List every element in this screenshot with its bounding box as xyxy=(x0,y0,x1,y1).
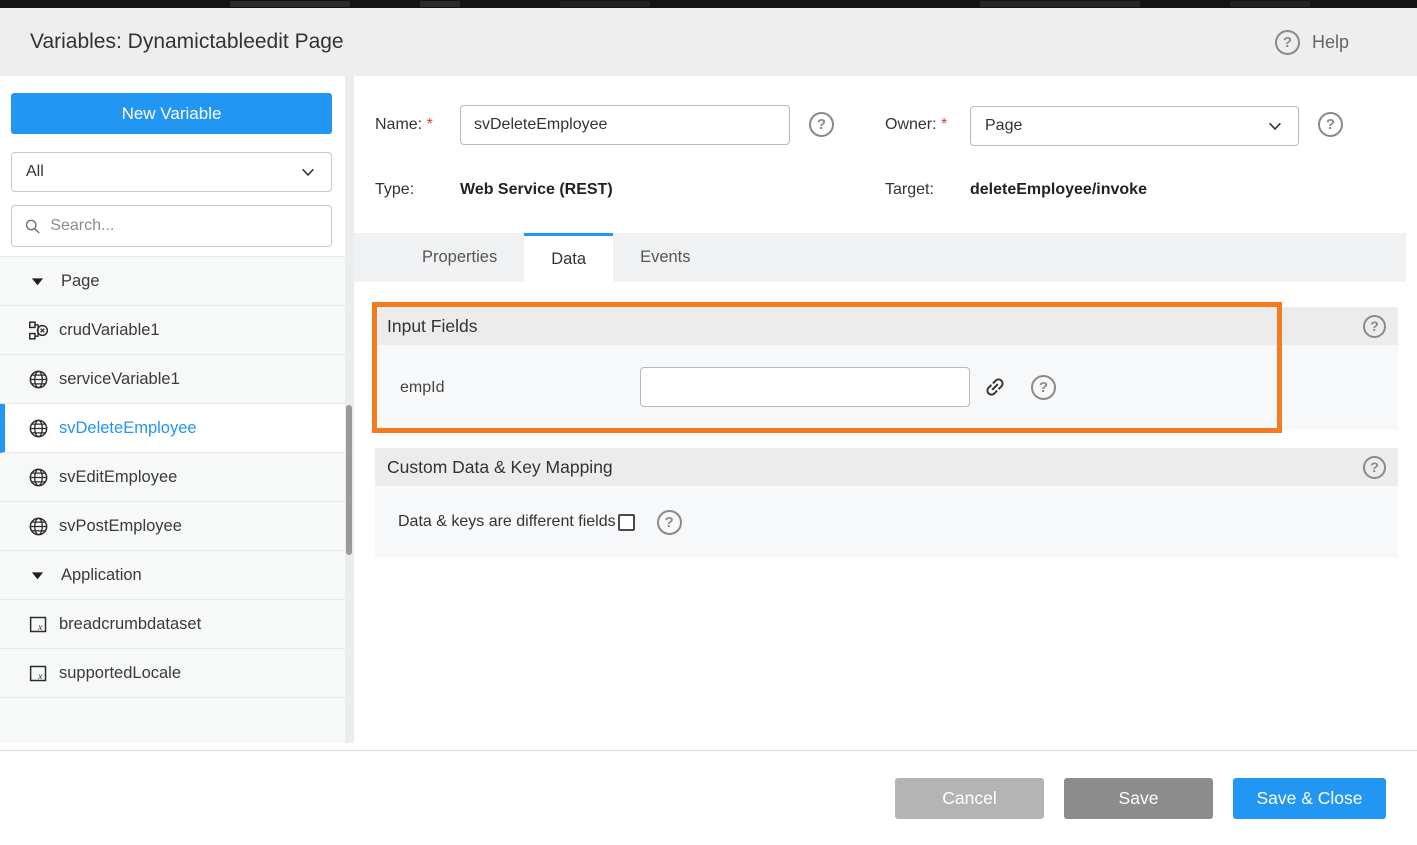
save-button[interactable]: Save xyxy=(1064,778,1213,819)
empid-help-icon[interactable] xyxy=(1031,375,1056,400)
input-fields-body: empId xyxy=(375,345,1398,430)
sidebar-item-crudvariable1[interactable]: crudVariable1 xyxy=(0,306,345,355)
owner-label: Owner: * xyxy=(885,116,947,134)
service-variable-globe-icon xyxy=(28,516,49,537)
input-fields-help-icon[interactable] xyxy=(1363,315,1386,338)
variable-filter-select[interactable]: All xyxy=(11,152,332,192)
background-text-smudge xyxy=(230,1,350,7)
sidebar-item-sveditemployee[interactable]: svEditEmployee xyxy=(0,453,345,502)
custom-mapping-help-icon[interactable] xyxy=(1363,456,1386,479)
dialog-titlebar: Variables: Dynamictableedit Page Help xyxy=(0,8,1417,76)
collapse-triangle-icon xyxy=(30,568,45,583)
background-text-smudge xyxy=(980,1,1140,7)
group-label: Page xyxy=(61,272,100,291)
save-and-close-button[interactable]: Save & Close xyxy=(1233,778,1386,819)
background-text-smudge xyxy=(560,1,650,7)
search-input[interactable] xyxy=(50,217,319,235)
chevron-down-icon xyxy=(1266,117,1284,135)
service-variable-globe-icon xyxy=(28,418,49,439)
group-label: Application xyxy=(61,566,142,585)
background-app-strip xyxy=(0,0,1417,8)
input-fields-section: Input Fields empId xyxy=(375,307,1398,430)
input-fields-header: Input Fields xyxy=(375,307,1398,345)
service-variable-globe-icon xyxy=(28,369,49,390)
svg-text:x: x xyxy=(37,621,43,632)
owner-help-icon[interactable] xyxy=(1318,112,1343,137)
required-asterisk: * xyxy=(427,116,433,133)
new-variable-button[interactable]: New Variable xyxy=(11,93,332,134)
sidebar-item-breadcrumbdataset[interactable]: x breadcrumbdataset xyxy=(0,600,345,649)
collapse-triangle-icon xyxy=(30,274,45,289)
help-label: Help xyxy=(1312,32,1349,53)
custom-mapping-section: Custom Data & Key Mapping Data & keys ar… xyxy=(375,448,1398,558)
target-value: deleteEmployee/invoke xyxy=(970,181,1147,199)
filter-selected-value: All xyxy=(26,163,299,181)
different-fields-label: Data & keys are different fields xyxy=(398,513,616,531)
sidebar-item-supportedlocale[interactable]: x supportedLocale xyxy=(0,649,345,698)
chevron-down-icon xyxy=(299,163,317,181)
variable-detail-panel: Name: * Owner: * Page Type: Web Service … xyxy=(354,76,1417,743)
help-circle-icon xyxy=(1275,30,1300,55)
type-value: Web Service (REST) xyxy=(460,181,613,199)
service-variable-globe-icon xyxy=(28,467,49,488)
crud-variable-icon xyxy=(28,320,49,341)
detail-tabbar: Properties Data Events xyxy=(354,233,1406,282)
variable-label: supportedLocale xyxy=(59,664,181,683)
model-variable-icon: x xyxy=(28,614,49,635)
name-label: Name: * xyxy=(375,116,433,134)
different-fields-checkbox[interactable] xyxy=(618,514,635,531)
sidebar-group-page[interactable]: Page xyxy=(0,257,345,306)
dialog-footer: Cancel Save Save & Close xyxy=(0,751,1417,845)
sidebar-group-application[interactable]: Application xyxy=(0,551,345,600)
owner-select[interactable]: Page xyxy=(970,106,1299,146)
background-text-smudge xyxy=(1230,1,1310,7)
different-fields-help-icon[interactable] xyxy=(657,510,682,535)
search-icon xyxy=(24,217,41,236)
variable-label: breadcrumbdataset xyxy=(59,615,201,634)
name-help-icon[interactable] xyxy=(809,112,834,137)
empid-input[interactable] xyxy=(640,367,970,407)
variable-search-box xyxy=(11,205,332,247)
input-fields-title: Input Fields xyxy=(387,316,1363,337)
variable-list: Page crudVariable1 serviceVariable1 xyxy=(0,256,345,743)
dialog-title: Variables: Dynamictableedit Page xyxy=(30,8,344,76)
background-text-smudge xyxy=(420,1,460,7)
tab-data[interactable]: Data xyxy=(524,233,613,282)
variables-sidebar: New Variable All Page xyxy=(0,76,345,845)
variable-label: svPostEmployee xyxy=(59,517,182,536)
empid-label: empId xyxy=(400,345,444,430)
owner-selected-value: Page xyxy=(985,117,1266,135)
variable-label: svDeleteEmployee xyxy=(59,419,197,438)
custom-mapping-title: Custom Data & Key Mapping xyxy=(387,457,1363,478)
variable-label: crudVariable1 xyxy=(59,321,160,340)
cancel-button[interactable]: Cancel xyxy=(895,778,1044,819)
sidebar-item-svdeleteemployee[interactable]: svDeleteEmployee xyxy=(0,404,345,453)
target-label: Target: xyxy=(885,181,934,199)
help-button[interactable]: Help xyxy=(1275,8,1349,76)
svg-text:x: x xyxy=(37,670,43,681)
custom-mapping-header: Custom Data & Key Mapping xyxy=(375,448,1398,486)
model-variable-icon: x xyxy=(28,663,49,684)
name-input[interactable] xyxy=(460,105,790,145)
custom-mapping-body: Data & keys are different fields xyxy=(375,486,1398,558)
sidebar-item-svpostemployee[interactable]: svPostEmployee xyxy=(0,502,345,551)
variable-label: serviceVariable1 xyxy=(59,370,180,389)
type-label: Type: xyxy=(375,181,414,199)
tab-properties[interactable]: Properties xyxy=(395,233,524,282)
sidebar-item-servicevariable1[interactable]: serviceVariable1 xyxy=(0,355,345,404)
sidebar-scrollbar-thumb[interactable] xyxy=(346,405,352,555)
required-asterisk: * xyxy=(941,116,947,133)
variable-label: svEditEmployee xyxy=(59,468,177,487)
bind-link-icon[interactable] xyxy=(978,370,1012,404)
tab-events[interactable]: Events xyxy=(613,233,717,282)
